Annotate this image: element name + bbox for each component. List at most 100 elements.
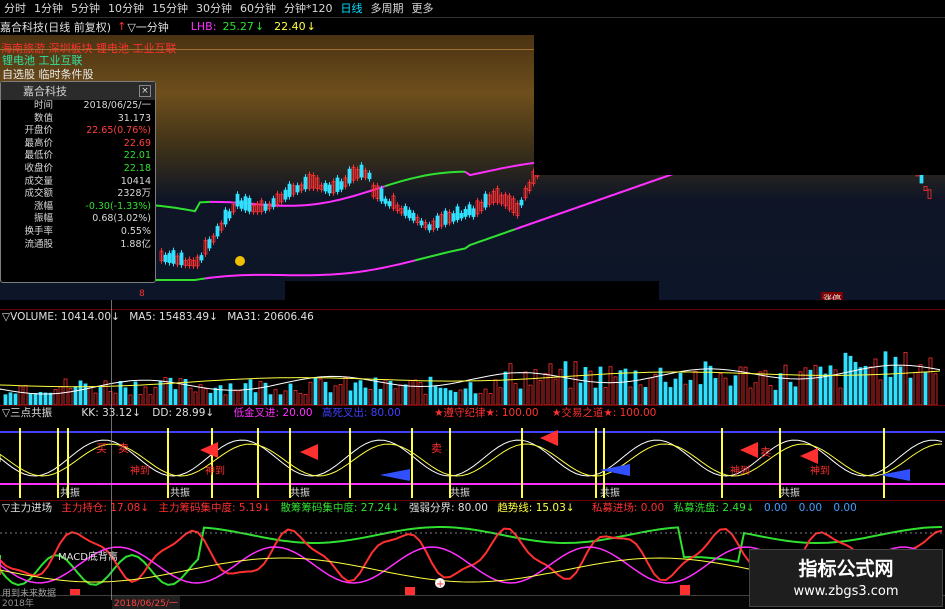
volume-bar [673, 378, 678, 405]
buy-signal-ribbon [740, 442, 758, 458]
volume-bar [268, 394, 273, 405]
period-tab[interactable]: 更多 [408, 0, 438, 18]
volume-bar [53, 388, 58, 405]
quote-info-label: 最低价 [24, 150, 53, 162]
volume-bar [738, 366, 743, 405]
volume-bar [88, 386, 93, 405]
volume-bar [908, 377, 913, 405]
quote-info-rows: 时间 2018/06/25/一 数值 31.173 开盘价 22.65(0.76%) 最高价… [1, 100, 155, 251]
volume-bar [78, 380, 83, 405]
volume-bar [753, 382, 758, 405]
lhb-value-1: 25.27 [222, 20, 254, 33]
quote-info-value: -0.30(-1.33%) [85, 200, 151, 212]
volume-bar [828, 365, 833, 405]
watermark: 指标公式网 www.zbgs3.com [749, 549, 943, 607]
volume-bar [338, 384, 343, 405]
volume-bar [598, 366, 603, 405]
volume-bar [13, 393, 18, 405]
quote-info-value: 1.88亿 [120, 238, 151, 250]
volume-bar [68, 388, 73, 405]
volume-bar [138, 394, 143, 405]
volume-bar [638, 384, 643, 405]
cursor-date: 2018/06/25/一 [112, 596, 180, 609]
crosshair-line [111, 300, 112, 600]
candle-body [167, 253, 172, 263]
candle-body [323, 183, 328, 192]
volume-bar [128, 394, 133, 405]
volume-bar [3, 394, 8, 405]
volume-bar [798, 371, 803, 405]
candle-body [327, 184, 332, 194]
quote-info-value: 31.173 [117, 112, 151, 124]
volume-bar [33, 393, 38, 405]
quote-info-label: 换手率 [24, 225, 53, 237]
resonance-label: 共振 [780, 486, 800, 499]
volume-bar [388, 380, 393, 405]
volume-bar [243, 383, 248, 405]
candle-body [379, 188, 384, 202]
volume-bar [228, 383, 233, 405]
period-tab[interactable]: 1分钟 [30, 0, 67, 18]
period-tab[interactable]: 30分钟 [192, 0, 236, 18]
period-tab[interactable]: 15分钟 [148, 0, 192, 18]
up-arrow-icon: ↑ [117, 20, 127, 33]
close-icon[interactable]: × [139, 85, 151, 97]
buy-signal-ribbon [200, 442, 218, 458]
volume-bar [583, 367, 588, 405]
period-tab[interactable]: 日线 [337, 0, 367, 18]
volume-bar [378, 388, 383, 405]
volume-bar [503, 371, 508, 405]
candle-body [263, 203, 268, 211]
volume-bar [273, 389, 278, 405]
limit-up-badge: 涨停 [821, 292, 844, 300]
period-tab[interactable]: 60分钟 [236, 0, 280, 18]
volume-bar [238, 390, 243, 405]
candle-body [303, 176, 308, 190]
quote-info-label: 开盘价 [24, 125, 53, 137]
volume-bar [193, 391, 198, 405]
volume-bar [348, 390, 353, 405]
volume-bar [698, 384, 703, 405]
shen-label: 神到 [205, 464, 225, 477]
volume-chart[interactable] [0, 325, 945, 405]
quote-info-value: 0.68(3.02%) [92, 213, 151, 225]
period-tab[interactable]: 5分钟 [67, 0, 104, 18]
quote-info-header[interactable]: 嘉合科技 × [1, 82, 155, 100]
zhuli-retail: 散筹筹码集中度: 27.24 [280, 502, 391, 514]
volume-ma5: MA5: 15483.49 [129, 311, 210, 323]
shen-label: 神到 [730, 464, 750, 477]
candle-body [359, 164, 364, 178]
period-tab[interactable]: 多周期 [367, 0, 408, 18]
quote-info-window[interactable]: 嘉合科技 × 时间 2018/06/25/一 数值 31.173 开盘价 22.65(0.… [0, 81, 156, 283]
one-min-switch[interactable]: ▽一分钟 [127, 19, 168, 35]
quote-info-label: 时间 [33, 100, 53, 111]
concept-tags-row-3: 自选股 临时条件股 [2, 68, 94, 81]
volume-bar [558, 368, 563, 405]
quote-info-label: 最高价 [24, 137, 53, 149]
period-tab[interactable]: 分钟*120 [280, 0, 337, 18]
zhuli-z1: 0.00 [763, 502, 788, 514]
quote-info-label: 成交额 [24, 188, 53, 200]
volume-bar [223, 394, 228, 405]
volume-bar [853, 361, 858, 405]
volume-bar [98, 387, 103, 405]
sell-label: 卖 [118, 442, 129, 455]
period-tab[interactable]: 10分钟 [104, 0, 148, 18]
volume-bar [693, 370, 698, 405]
volume-bar [543, 373, 548, 405]
candle-body [247, 197, 252, 212]
volume-bar [283, 390, 288, 405]
volume-bar [758, 371, 763, 405]
redacted-area-middle [285, 281, 659, 325]
volume-bar [513, 383, 518, 405]
volume-bar [458, 389, 463, 405]
volume-bar [623, 368, 628, 405]
sandian-chart[interactable]: 买卖卖卖共振 共振 共振 共振 共振 共振神到 神到 神到 神到 [0, 420, 945, 500]
volume-bar [448, 390, 453, 405]
volume-bar [888, 376, 893, 405]
stock-title[interactable]: 嘉合科技(日线 前复权) [0, 19, 111, 35]
volume-bar [563, 361, 568, 405]
volume-bar [478, 392, 483, 405]
volume-bar [733, 375, 738, 405]
period-tab[interactable]: 分时 [0, 0, 30, 18]
